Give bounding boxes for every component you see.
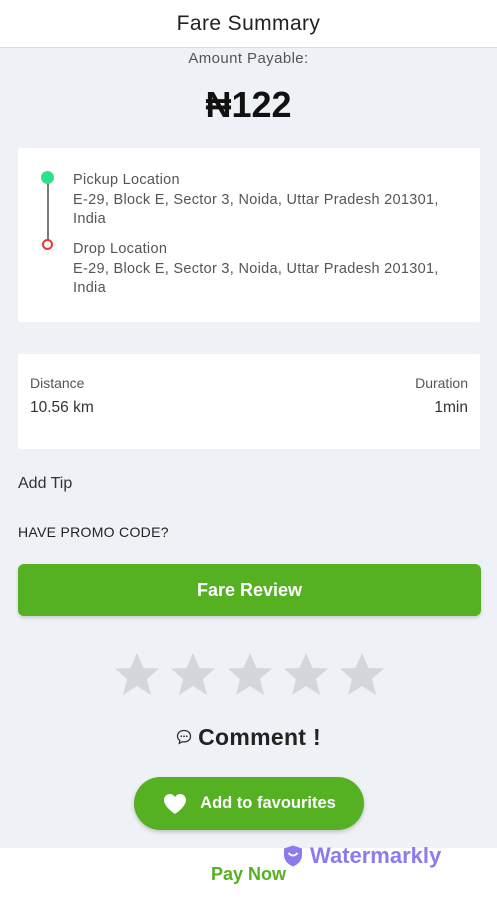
pickup-location-label: Pickup Location — [73, 172, 180, 188]
comment-label: Comment ! — [198, 723, 321, 750]
trip-stats-card: Distance 10.56 km Duration 1min — [18, 354, 480, 449]
watermark-text: Watermarkly — [310, 843, 442, 868]
shield-icon — [284, 845, 302, 867]
drop-location-address: E-29, Block E, Sector 3, Noida, Uttar Pr… — [73, 261, 439, 296]
amount-payable-value: ₦122 — [205, 84, 292, 125]
route-line — [47, 178, 49, 240]
pickup-location-address: E-29, Block E, Sector 3, Noida, Uttar Pr… — [73, 192, 439, 227]
app-header: Fare Summary — [0, 0, 497, 48]
drop-location-label: Drop Location — [73, 241, 168, 257]
watermark: Watermarkly — [282, 843, 441, 869]
add-tip-link[interactable]: Add Tip — [18, 475, 72, 493]
pickup-dot-icon — [41, 171, 54, 184]
star-rating[interactable] — [112, 650, 387, 702]
heart-icon — [164, 793, 187, 814]
amount-payable-label: Amount Payable: — [188, 50, 309, 67]
speech-bubble-icon — [176, 729, 192, 745]
duration-label: Duration — [415, 375, 468, 391]
star-5-icon[interactable] — [337, 650, 387, 700]
distance-value: 10.56 km — [30, 399, 94, 416]
location-card: Pickup Location E-29, Block E, Sector 3,… — [18, 148, 480, 322]
duration-value: 1min — [434, 399, 468, 416]
drop-pin-icon — [42, 239, 53, 250]
distance-label: Distance — [30, 375, 85, 391]
star-4-icon[interactable] — [281, 650, 331, 700]
promo-code-link[interactable]: HAVE PROMO CODE? — [18, 524, 169, 540]
star-1-icon[interactable] — [112, 650, 162, 700]
comment-link[interactable]: Comment ! — [0, 722, 497, 752]
favourites-label: Add to favourites — [200, 794, 336, 812]
add-to-favourites-button[interactable]: Add to favourites — [134, 777, 364, 830]
fare-review-button[interactable]: Fare Review — [18, 564, 481, 616]
star-2-icon[interactable] — [168, 650, 218, 700]
star-3-icon[interactable] — [225, 650, 275, 700]
page-title: Fare Summary — [176, 11, 321, 35]
